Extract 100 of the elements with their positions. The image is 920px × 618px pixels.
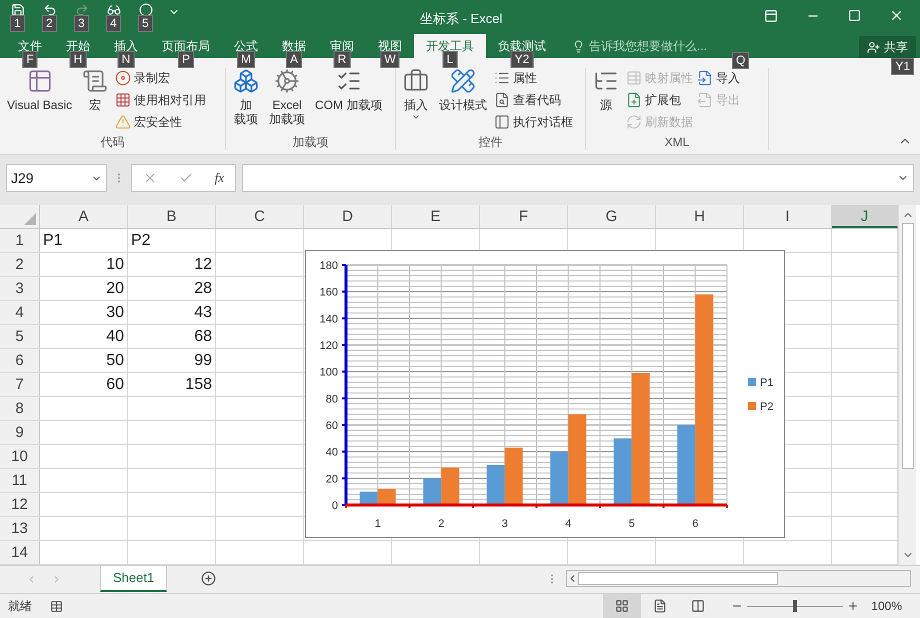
- cell-text: 28: [194, 278, 212, 298]
- keytip-badge: 1: [10, 15, 25, 32]
- chart-area[interactable]: 0 20 40 60 80 100 120 140 160 180 1 2 3 4 5 6 P1 P2: [305, 250, 785, 538]
- zoom-in-icon[interactable]: [847, 600, 860, 612]
- row-header[interactable]: 14: [0, 541, 40, 564]
- row-header[interactable]: 8: [0, 397, 40, 420]
- bar: [423, 478, 442, 505]
- row-header[interactable]: 5: [0, 325, 40, 348]
- column-header[interactable]: B: [128, 205, 216, 228]
- add-sheet-icon[interactable]: [201, 571, 216, 586]
- name-box[interactable]: J29: [6, 164, 107, 192]
- ribbon-button[interactable]: 宏安全性: [115, 112, 206, 132]
- insert-function-button[interactable]: fx: [214, 168, 224, 188]
- column-header[interactable]: A: [40, 205, 128, 228]
- cell-text: 40: [106, 326, 124, 346]
- tick-label: 1: [374, 518, 381, 530]
- row-header[interactable]: 9: [0, 421, 40, 444]
- ribbon-button[interactable]: 录制宏: [115, 68, 206, 88]
- zoom-thumb[interactable]: [793, 600, 798, 612]
- maximize-icon[interactable]: [848, 9, 861, 22]
- window-title: 坐标系 - Excel: [420, 10, 502, 28]
- keytip-badge: M: [237, 51, 255, 68]
- row-header[interactable]: 7: [0, 373, 40, 396]
- ribbon-button[interactable]: Visual Basic: [4, 68, 76, 112]
- horizontal-scrollbar[interactable]: [566, 570, 912, 587]
- keytip-badge: A: [286, 51, 302, 68]
- tick-label: 6: [692, 518, 698, 530]
- cell-text: P1: [43, 230, 63, 250]
- cell-text: 60: [106, 374, 124, 394]
- keytip-badge: 2: [42, 15, 57, 32]
- column-header[interactable]: D: [304, 205, 392, 228]
- zoom-level[interactable]: 100%: [871, 597, 902, 615]
- keytip-badge: 4: [106, 15, 121, 32]
- ribbon-button[interactable]: 设计模式: [436, 68, 490, 112]
- ribbon-button[interactable]: 执行对话框: [494, 112, 573, 132]
- export-icon: [697, 92, 713, 108]
- cell-text: 20: [106, 278, 124, 298]
- ribbon-button[interactable]: 插入: [400, 68, 432, 122]
- ribbon-button[interactable]: 扩展包: [626, 90, 693, 110]
- column-header[interactable]: C: [216, 205, 304, 228]
- ribbon-button[interactable]: 查看代码: [494, 90, 573, 110]
- tick-label: 60: [326, 420, 338, 432]
- ribbon-button[interactable]: 宏: [79, 68, 112, 112]
- vertical-scrollbar[interactable]: [898, 205, 916, 565]
- scroll-thumb[interactable]: [902, 223, 914, 469]
- share-button[interactable]: 共享: [859, 36, 916, 58]
- glasses-icon[interactable]: [107, 3, 121, 17]
- ribbon-button[interactable]: 使用相对引用: [115, 90, 206, 110]
- row-header[interactable]: 4: [0, 301, 40, 324]
- group-label: 代码: [100, 134, 126, 150]
- keytip-badge: F: [22, 51, 38, 68]
- cell-text: 68: [194, 326, 212, 346]
- undo-icon[interactable]: [43, 3, 57, 17]
- cell-text: 10: [106, 254, 124, 274]
- ribbon-button[interactable]: 属性: [494, 68, 573, 88]
- scroll-thumb[interactable]: [578, 572, 778, 585]
- ribbon-button[interactable]: Excel 加载项: [266, 68, 308, 126]
- keytip-badge: Y1: [891, 58, 914, 75]
- row-header[interactable]: 10: [0, 445, 40, 468]
- import-icon: [697, 70, 713, 86]
- macro-record-icon[interactable]: [50, 600, 63, 612]
- column-header[interactable]: H: [656, 205, 744, 228]
- ribbon-tab[interactable]: 开发工具: [414, 34, 486, 58]
- dot-icon[interactable]: [139, 3, 153, 17]
- legend-swatch: [748, 378, 756, 386]
- zoom-slider[interactable]: [747, 600, 844, 612]
- column-header[interactable]: G: [568, 205, 656, 228]
- cell-text: 158: [185, 374, 212, 394]
- row-header[interactable]: 2: [0, 253, 40, 276]
- legend-label: P2: [760, 401, 774, 413]
- column-header[interactable]: J: [832, 205, 898, 228]
- magnifier-icon: [494, 92, 510, 108]
- view-button[interactable]: [603, 594, 642, 618]
- ribbon-button[interactable]: COM 加载项: [312, 68, 386, 112]
- row-header[interactable]: 6: [0, 349, 40, 372]
- close-icon[interactable]: [889, 8, 904, 23]
- group-label: 加载项: [292, 134, 330, 150]
- column-header[interactable]: F: [480, 205, 568, 228]
- ribbon-display-icon[interactable]: [764, 8, 778, 22]
- row-header[interactable]: 13: [0, 517, 40, 540]
- row-header[interactable]: 3: [0, 277, 40, 300]
- save-icon[interactable]: [11, 3, 25, 17]
- cell-text: 99: [194, 350, 212, 370]
- sheet-tab[interactable]: Sheet1: [100, 566, 168, 592]
- formula-input[interactable]: [242, 164, 914, 192]
- table-icon: [26, 68, 53, 94]
- column-header[interactable]: E: [392, 205, 480, 228]
- keytip-badge: Y2: [510, 51, 534, 68]
- keytip-badge: H: [70, 51, 86, 68]
- cell-text: 50: [106, 350, 124, 370]
- ribbon-button[interactable]: 导入: [697, 68, 740, 88]
- tell-me-field[interactable]: 告诉我您想要做什么...: [589, 37, 708, 55]
- ribbon-button[interactable]: 源: [590, 68, 622, 112]
- ribbon-button[interactable]: 加 载项: [230, 68, 262, 126]
- warning-icon: [115, 114, 132, 130]
- row-header[interactable]: 1: [0, 229, 40, 252]
- lightbulb-icon: [572, 40, 585, 52]
- row-header[interactable]: 12: [0, 493, 40, 516]
- cubes-icon: [233, 68, 259, 94]
- row-header[interactable]: 11: [0, 469, 40, 492]
